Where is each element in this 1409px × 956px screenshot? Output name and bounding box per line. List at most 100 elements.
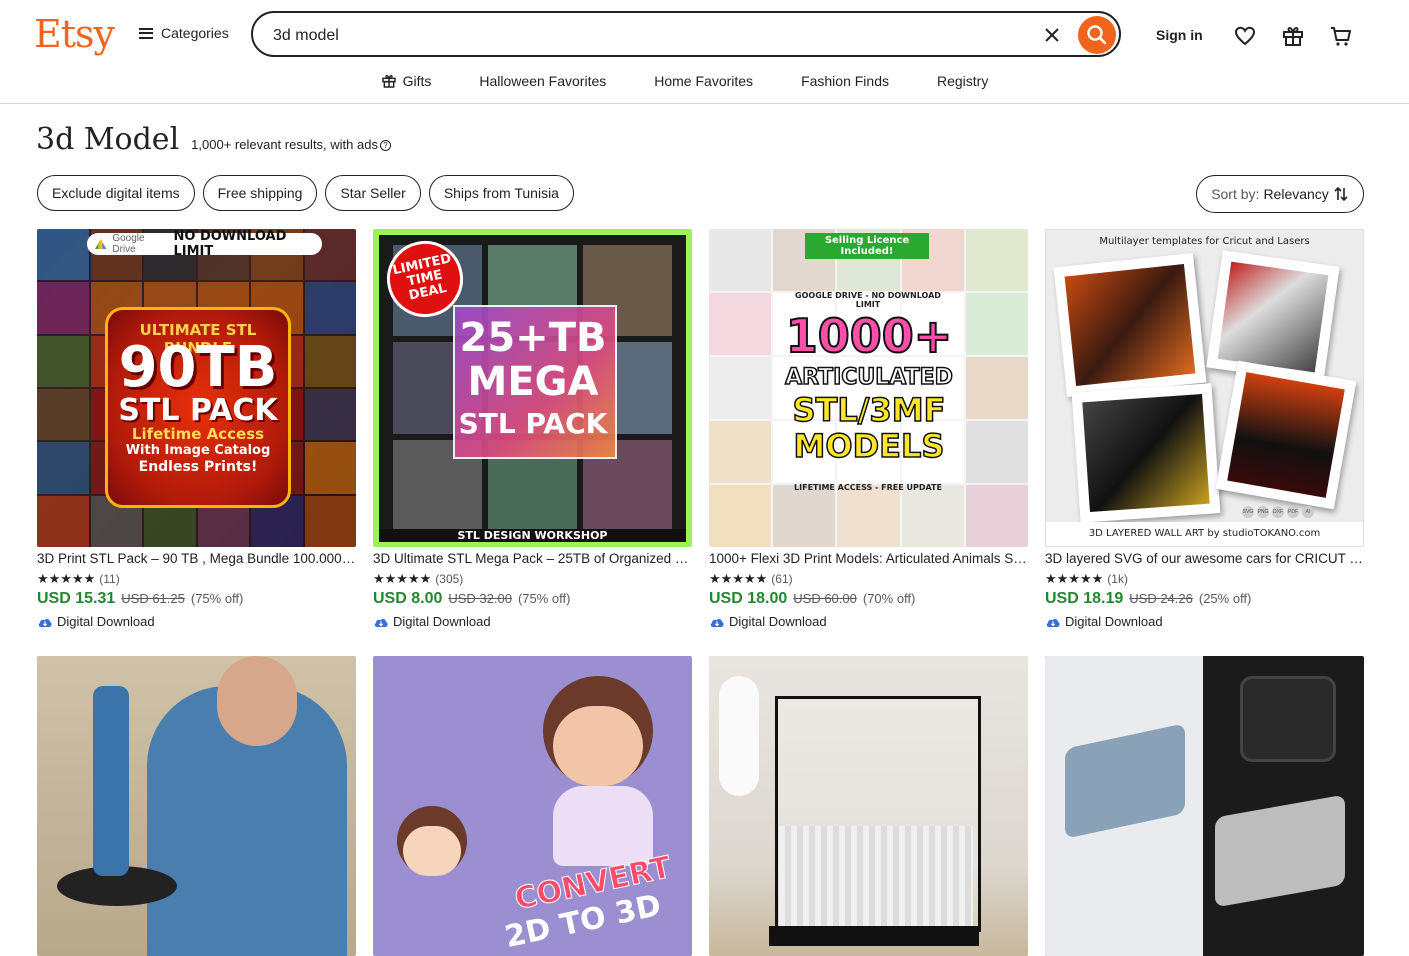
sort-value: Relevancy xyxy=(1263,186,1329,202)
rating-stars: ★★★★★ xyxy=(373,571,432,586)
listing-price-row: USD 18.19 USD 24.26 (25% off) xyxy=(1045,590,1251,608)
lifetime-text: Lifetime Access xyxy=(131,425,265,443)
sale-price: USD 15.31 xyxy=(37,590,116,607)
listing-title[interactable]: 3D Ultimate STL Mega Pack – 25TB of Orga… xyxy=(373,551,692,566)
search-bar xyxy=(251,11,1121,57)
stl-3mf-text: STL/3MF xyxy=(792,390,946,430)
gdrive-text: GOOGLE DRIVE - NO DOWNLOAD LIMIT xyxy=(795,291,941,309)
page-title: 3d Model xyxy=(36,122,180,157)
gdrive-text: Google Drive xyxy=(112,233,145,255)
subnav-registry[interactable]: Registry xyxy=(913,70,1012,92)
subnav-gifts-label: Gifts xyxy=(402,73,432,89)
wall-art-text: 3D LAYERED WALL ART by studioTOKANO.com xyxy=(1088,528,1321,539)
help-icon[interactable]: ? xyxy=(379,140,391,151)
digital-download-badge: Digital Download xyxy=(1045,614,1163,629)
stl-pack-text: STL PACK xyxy=(458,407,608,440)
review-count: (11) xyxy=(99,572,120,586)
format-badge: AI xyxy=(1302,506,1314,518)
size-25tb-text: 25+TB xyxy=(459,315,607,361)
format-badge: PNG xyxy=(1257,506,1269,518)
format-badge: PDF xyxy=(1287,506,1299,518)
gift-icon xyxy=(381,74,396,88)
listing-image[interactable]: Multilayer templates for Cricut and Lase… xyxy=(1045,229,1364,547)
catalog-text: With Image Catalog xyxy=(125,443,271,458)
rating-stars: ★★★★★ xyxy=(1045,571,1104,586)
favorites-heart-icon[interactable] xyxy=(1233,24,1257,48)
count-1000-text: 1000+ xyxy=(785,308,954,364)
subnav-halloween-favorites[interactable]: Halloween Favorites xyxy=(455,70,630,92)
search-input[interactable] xyxy=(271,22,1015,50)
cloud-download-icon xyxy=(38,618,52,627)
listing-image[interactable] xyxy=(1045,656,1364,956)
subnav-fashion-finds[interactable]: Fashion Finds xyxy=(777,70,913,92)
discount: (75% off) xyxy=(517,591,571,606)
results-heading: 3d Model 1,000+ relevant results, with a… xyxy=(36,122,391,157)
sale-price: USD 8.00 xyxy=(373,590,443,607)
review-count: (61) xyxy=(771,572,793,586)
filter-exclude-digital[interactable]: Exclude digital items xyxy=(37,175,195,211)
listing-image[interactable] xyxy=(709,656,1028,956)
menu-icon xyxy=(139,27,153,39)
gdrive-banner: Google Drive NO DOWNLOAD LIMIT xyxy=(87,229,322,259)
site-header: Etsy Categories Sign in xyxy=(0,0,1409,104)
no-limit-text: NO DOWNLOAD LIMIT xyxy=(173,229,287,259)
gift-icon[interactable] xyxy=(1281,24,1305,48)
listing-title[interactable]: 3D layered SVG of our awesome cars for C… xyxy=(1045,551,1364,566)
rating-stars: ★★★★★ xyxy=(37,571,96,586)
original-price: USD 24.26 xyxy=(1129,591,1193,606)
format-badge: DXF xyxy=(1272,506,1284,518)
art-frame xyxy=(1071,383,1221,523)
subnav-home-favorites[interactable]: Home Favorites xyxy=(630,70,777,92)
cloud-download-icon xyxy=(1046,618,1060,627)
photo-figure xyxy=(1215,794,1345,908)
cart-icon[interactable] xyxy=(1329,24,1353,48)
workshop-text: STL DESIGN WORKSHOP xyxy=(379,529,686,542)
photo-figure xyxy=(1240,676,1336,762)
google-drive-icon xyxy=(95,239,107,249)
articulated-text: ARTICULATED xyxy=(784,364,953,391)
filter-free-shipping[interactable]: Free shipping xyxy=(202,175,318,211)
sale-price: USD 18.19 xyxy=(1045,590,1124,607)
search-button[interactable] xyxy=(1078,16,1116,54)
listing-rating: ★★★★★ (1k) xyxy=(1045,571,1128,587)
digital-download-text: Digital Download xyxy=(729,614,827,629)
subnav-gifts[interactable]: Gifts xyxy=(357,70,456,92)
listing-title[interactable]: 3D Print STL Pack – 90 TB , Mega Bundle … xyxy=(37,551,356,566)
listing-image[interactable] xyxy=(37,656,356,956)
photo-figure xyxy=(779,826,973,926)
search-icon xyxy=(1087,25,1107,45)
review-count: (305) xyxy=(435,572,464,586)
clear-search-icon[interactable] xyxy=(1043,26,1061,44)
listing-rating: ★★★★★ (305) xyxy=(373,571,463,587)
sort-dropdown[interactable]: Sort by: Relevancy xyxy=(1196,175,1364,213)
filter-ships-from-tunisia[interactable]: Ships from Tunisia xyxy=(428,175,574,211)
listing-rating: ★★★★★ (61) xyxy=(709,571,793,587)
photo-figure xyxy=(217,656,297,746)
original-price: USD 61.25 xyxy=(121,591,185,606)
filter-chips: Exclude digital items Free shipping Star… xyxy=(37,175,574,211)
listing-price-row: USD 8.00 USD 32.00 (75% off) xyxy=(373,590,570,608)
cloud-download-icon xyxy=(374,618,388,627)
endless-text: Endless Prints! xyxy=(138,459,258,475)
listing-title[interactable]: 1000+ Flexi 3D Print Models: Articulated… xyxy=(709,551,1028,566)
sort-arrows-icon xyxy=(1334,186,1348,202)
results-count: 1,000+ relevant results, with ads? xyxy=(191,137,391,152)
listing-image[interactable]: 25+TB MEGA STL PACK LIMITED TIME DEAL STL … xyxy=(373,229,692,547)
digital-download-text: Digital Download xyxy=(57,614,155,629)
review-count: (1k) xyxy=(1107,572,1128,586)
listing-image[interactable]: Google Drive NO DOWNLOAD LIMIT ULTIMATE … xyxy=(37,229,356,547)
listing-price-row: USD 18.00 USD 60.00 (70% off) xyxy=(709,590,915,608)
photo-figure xyxy=(403,826,461,876)
photo-figure xyxy=(93,686,129,876)
listing-image[interactable]: CONVERT 2D TO 3D xyxy=(373,656,692,956)
categories-button[interactable]: Categories xyxy=(139,25,229,41)
sign-in-link[interactable]: Sign in xyxy=(1156,27,1203,43)
discount: (70% off) xyxy=(862,591,916,606)
licence-text: Selling Licence Included! xyxy=(805,233,929,259)
listing-image[interactable]: Selling Licence Included! GOOGLE DRIVE -… xyxy=(709,229,1028,547)
models-text: MODELS xyxy=(793,426,945,466)
original-price: USD 32.00 xyxy=(448,591,512,606)
filter-star-seller[interactable]: Star Seller xyxy=(325,175,421,211)
etsy-logo[interactable]: Etsy xyxy=(34,12,115,56)
photo-figure xyxy=(553,706,643,786)
